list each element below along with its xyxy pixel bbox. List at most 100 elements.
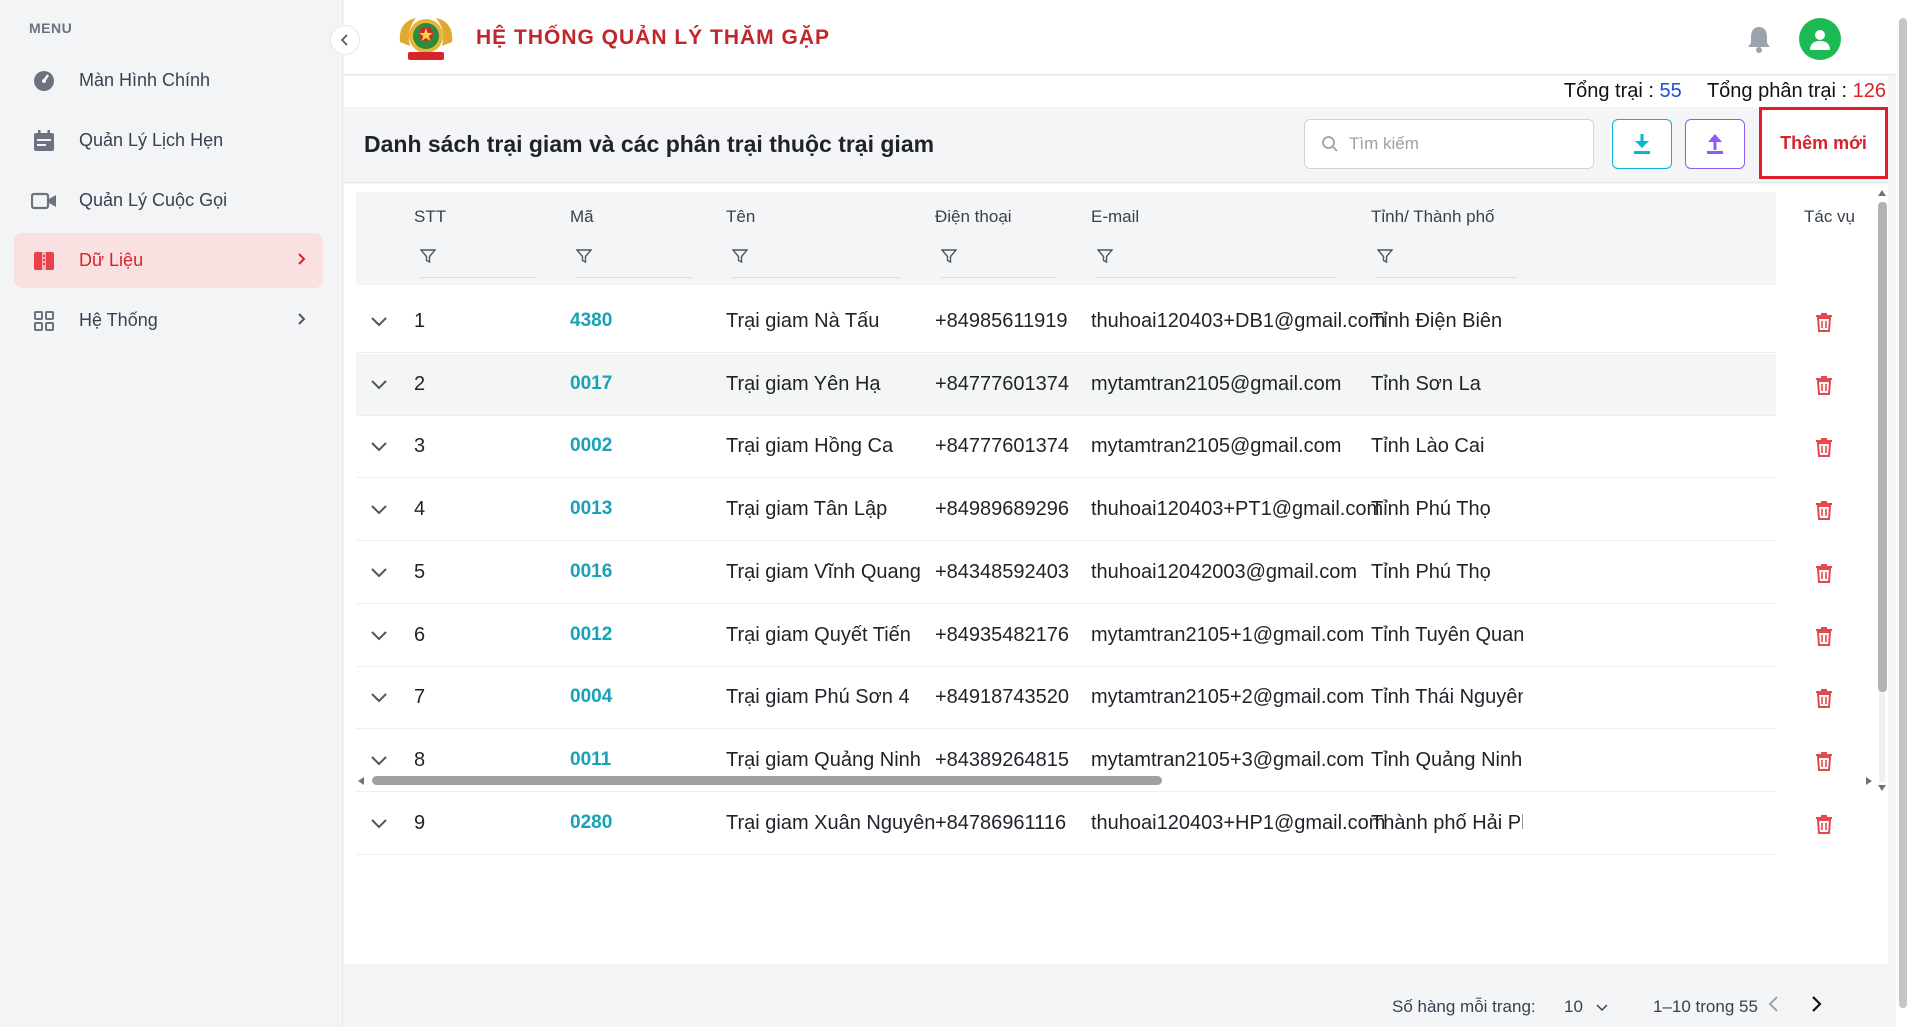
expand-row-button[interactable] [370,436,388,459]
table-row[interactable]: 5 0016 Trại giam Vĩnh Quang +84348592403 thu… [356,542,1776,604]
expand-row-button[interactable] [370,750,388,773]
delete-row-button[interactable] [1804,553,1844,593]
cell-province: Tỉnh Quảng Ninh [1371,749,1523,771]
filter-icon [420,249,436,264]
filter-icon [1377,249,1393,264]
scrollbar-thumb[interactable] [1899,18,1907,1008]
scroll-up-icon[interactable] [1876,188,1888,198]
delete-row-button[interactable] [1804,804,1844,844]
filter-code[interactable] [576,242,692,278]
search-input[interactable] [1349,134,1569,154]
table-row[interactable]: 4 0013 Trại giam Tân Lập +84989689296 thuhoa… [356,479,1776,541]
trash-icon [1816,313,1832,332]
cell-name: Trại giam Phú Sơn 4 [726,686,910,708]
table-row[interactable]: 2 0017 Trại giam Yên Hạ +84777601374 mytamtr… [356,354,1776,416]
delete-row-button[interactable] [1804,427,1844,467]
column-header-email[interactable]: E-mail [1091,207,1139,227]
sidebar-nav: Màn Hình Chính Quản Lý Lịch Hẹn Quản Lý … [14,53,323,353]
cell-code-link[interactable]: 0011 [570,749,611,771]
filter-icon [732,249,748,264]
expand-row-button[interactable] [370,562,388,585]
delete-row-button[interactable] [1804,302,1844,342]
camps-total-value: 55 [1659,80,1682,102]
page-scrollbar[interactable] [1896,0,1910,1027]
table-row[interactable]: 7 0004 Trại giam Phú Sơn 4 +84918743520 myta… [356,667,1776,729]
sidebar-item-data[interactable]: Dữ Liệu [14,233,323,288]
list-toolbar: Danh sách trại giam và các phân trại thu… [344,107,1888,183]
subcamps-total-value: 126 [1852,80,1886,102]
cell-code-link[interactable]: 0002 [570,435,612,457]
totals-bar: Tổng trại : 55 Tổng phân trại : 126 [344,76,1888,107]
download-button[interactable] [1612,119,1672,169]
table-row[interactable]: 9 0280 Trại giam Xuân Nguyên +84786961116 th… [356,793,1776,855]
cell-code-link[interactable]: 0280 [570,812,612,834]
trash-icon [1816,376,1832,395]
table-vertical-scrollbar[interactable] [1876,188,1888,791]
table-horizontal-scrollbar[interactable] [356,772,1876,788]
user-avatar[interactable] [1799,18,1841,60]
cell-email: thuhoai12042003@gmail.com [1091,561,1358,583]
expand-row-button[interactable] [370,625,388,648]
column-header-code[interactable]: Mã [570,207,594,227]
trash-icon [1816,627,1832,646]
cell-code-link[interactable]: 4380 [570,310,612,332]
rows-per-page-value: 10 [1564,997,1583,1016]
filter-phone[interactable] [941,242,1057,278]
filter-province[interactable] [1377,242,1517,278]
column-header-province[interactable]: Tỉnh/ Thành phố [1371,207,1495,227]
cell-email: thuhoai120403+HP1@gmail.com [1091,812,1386,834]
sidebar-item-calls[interactable]: Quản Lý Cuộc Gọi [14,173,323,228]
cell-code-link[interactable]: 0013 [570,498,612,520]
sidebar-item-system[interactable]: Hệ Thống [14,293,323,348]
expand-row-button[interactable] [370,374,388,397]
delete-row-button[interactable] [1804,678,1844,718]
column-header-actions: Tác vụ [1776,192,1866,285]
next-page-button[interactable] [1808,995,1824,1018]
chevron-down-icon [371,505,387,515]
trash-icon [1816,689,1832,708]
sidebar-item-appointments[interactable]: Quản Lý Lịch Hẹn [14,113,323,168]
delete-row-button[interactable] [1804,616,1844,656]
filter-stt[interactable] [420,242,536,278]
cell-province: Tỉnh Sơn La [1371,373,1481,395]
cell-email: mytamtran2105@gmail.com [1091,373,1342,395]
bell-icon[interactable] [1746,25,1772,58]
sidebar-collapse-button[interactable] [330,25,360,55]
sidebar-item-label: Quản Lý Lịch Hẹn [79,130,224,150]
previous-page-button[interactable] [1766,995,1782,1018]
cell-email: mytamtran2105+2@gmail.com [1091,686,1365,708]
scroll-left-icon[interactable] [356,775,366,787]
expand-row-button[interactable] [370,311,388,334]
delete-row-button[interactable] [1804,365,1844,405]
expand-row-button[interactable] [370,499,388,522]
cell-code-link[interactable]: 0012 [570,624,612,646]
video-camera-icon [30,187,58,215]
scrollbar-thumb[interactable] [1878,202,1887,692]
cell-stt: 2 [414,373,426,395]
sidebar-item-dashboard[interactable]: Màn Hình Chính [14,53,323,108]
expand-row-button[interactable] [370,687,388,710]
table-row[interactable]: 6 0012 Trại giam Quyết Tiến +84935482176 myt… [356,605,1776,667]
cell-name: Trại giam Quyết Tiến [726,624,911,646]
subcamps-total-label: Tổng phân trại : [1706,80,1848,102]
column-header-name[interactable]: Tên [726,207,755,227]
cell-code-link[interactable]: 0004 [570,686,612,708]
upload-button[interactable] [1685,119,1745,169]
cell-name: Trại giam Hồng Ca [726,435,894,457]
scroll-down-icon[interactable] [1876,783,1888,793]
delete-row-button[interactable] [1804,490,1844,530]
rows-per-page-select[interactable]: 10 [1564,997,1608,1017]
filter-email[interactable] [1097,242,1337,278]
filter-name[interactable] [732,242,900,278]
cell-code-link[interactable]: 0016 [570,561,612,583]
column-header-phone[interactable]: Điện thoại [935,207,1012,227]
folder-icon [30,247,58,275]
expand-row-button[interactable] [370,813,388,836]
scroll-right-icon[interactable] [1864,775,1874,787]
cell-code-link[interactable]: 0017 [570,373,612,395]
add-new-button[interactable]: Thêm mới [1759,107,1888,179]
scrollbar-thumb[interactable] [372,776,1162,785]
column-header-stt[interactable]: STT [414,207,446,227]
table-row[interactable]: 3 0002 Trại giam Hồng Ca +84777601374 mytamt… [356,416,1776,478]
table-row[interactable]: 1 4380 Trại giam Nà Tấu +84985611919 thuhoai… [356,291,1776,353]
